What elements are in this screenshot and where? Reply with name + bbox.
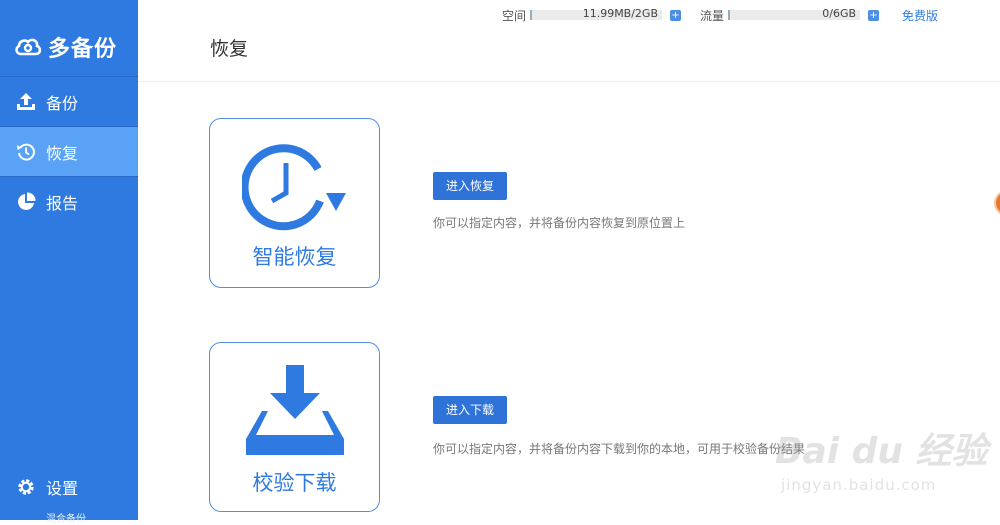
sidebar-item-settings[interactable]: 设置	[0, 470, 138, 504]
sidebar-item-label: 报告	[46, 193, 79, 213]
traffic-progress-bar: 0/6GB	[728, 7, 861, 20]
sidebar-item-restore[interactable]: 恢复	[0, 126, 138, 176]
cloud-logo-icon	[15, 38, 42, 56]
pie-chart-icon	[18, 191, 36, 210]
sidebar-item-label: 备份	[46, 93, 79, 113]
watermark-sub: jingyan.baidu.com	[781, 476, 937, 494]
floating-assistant-icon[interactable]	[994, 190, 1000, 216]
enter-download-button[interactable]: 进入下载	[433, 396, 508, 424]
gear-icon	[18, 479, 34, 495]
clock-restore-icon	[242, 144, 346, 231]
settings-label: 设置	[46, 479, 79, 498]
download-description: 你可以指定内容，并将备份内容下载到你的本地，可用于校验备份结果	[433, 442, 806, 456]
space-value: 11.99MB/2GB	[582, 7, 659, 20]
upload-icon	[17, 92, 35, 110]
watermark-main: Bai du 经验	[775, 431, 988, 472]
logo-text: 多备份	[48, 37, 118, 62]
plan-link[interactable]: 免费版	[902, 7, 938, 24]
header: 恢复 空间 11.99MB/2GB + 流量 0/6GB + 免费版	[138, 0, 1000, 82]
traffic-value: 0/6GB	[822, 7, 857, 20]
card-title: 智能恢复	[252, 245, 337, 269]
sidebar: 多备份 备份 恢复 报告 设置 混合备份	[0, 0, 138, 525]
smart-restore-card[interactable]: 智能恢复	[209, 118, 380, 288]
enter-restore-button[interactable]: 进入恢复	[433, 172, 508, 200]
download-tray-icon	[246, 365, 344, 455]
space-usage: 空间 11.99MB/2GB +	[502, 6, 682, 24]
restore-description: 你可以指定内容，并将备份内容恢复到原位置上	[433, 216, 686, 230]
traffic-usage: 流量 0/6GB +	[700, 6, 880, 24]
add-traffic-button[interactable]: +	[868, 9, 880, 21]
edition-label: 混合备份	[46, 514, 86, 525]
space-label: 空间	[502, 8, 527, 23]
card-title: 校验下载	[252, 471, 337, 495]
sidebar-item-backup[interactable]: 备份	[0, 76, 138, 126]
sidebar-item-label: 恢复	[46, 143, 79, 163]
space-progress-bar: 11.99MB/2GB	[530, 7, 663, 20]
add-space-button[interactable]: +	[670, 9, 682, 21]
traffic-label: 流量	[700, 8, 725, 23]
verify-download-card[interactable]: 校验下载	[209, 342, 380, 512]
page-title: 恢复	[210, 38, 249, 60]
history-icon	[17, 143, 35, 161]
app-logo[interactable]: 多备份	[14, 30, 134, 64]
sidebar-nav: 备份 恢复 报告	[0, 76, 138, 226]
sidebar-item-report[interactable]: 报告	[0, 176, 138, 226]
watermark: Bai du 经验 jingyan.baidu.com	[775, 410, 995, 510]
